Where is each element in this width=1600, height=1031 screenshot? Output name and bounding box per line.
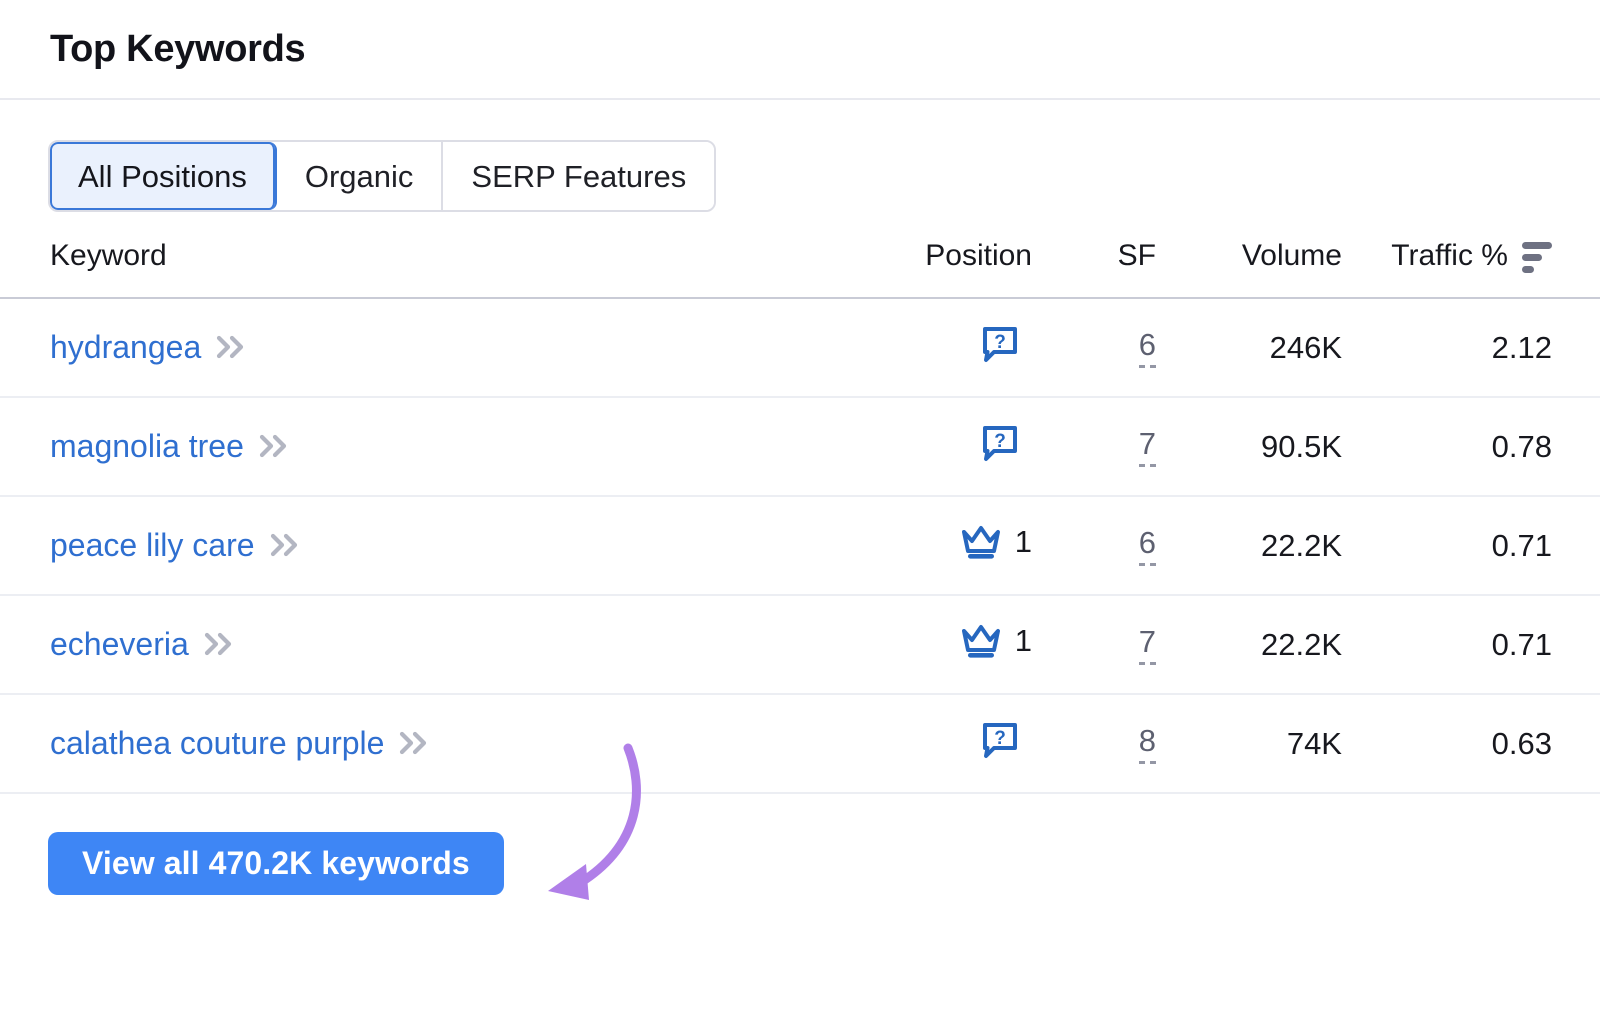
cell-position: ? <box>820 298 1050 397</box>
keyword-cell-inner: magnolia tree <box>50 429 292 464</box>
table-row: echeveria <box>0 595 1600 694</box>
people-also-ask-icon[interactable]: ? <box>980 720 1020 760</box>
column-header-position[interactable]: Position <box>820 240 1050 298</box>
double-chevron-right-icon[interactable] <box>398 729 432 757</box>
featured-snippet-crown-icon[interactable] <box>959 622 1003 660</box>
people-also-ask-icon[interactable]: ? <box>980 423 1020 463</box>
cell-traffic: 0.63 <box>1350 694 1600 793</box>
cell-keyword: peace lily care <box>0 496 820 595</box>
cell-sf: 6 <box>1050 496 1170 595</box>
cell-volume: 22.2K <box>1170 595 1350 694</box>
cell-traffic: 0.71 <box>1350 496 1600 595</box>
table-row: magnolia tree <box>0 397 1600 496</box>
cell-volume: 90.5K <box>1170 397 1350 496</box>
double-chevron-right-icon[interactable] <box>258 432 292 460</box>
table-header-row: Keyword Position SF Volume Traffic % <box>0 240 1600 298</box>
cell-volume: 74K <box>1170 694 1350 793</box>
column-header-keyword[interactable]: Keyword <box>0 240 820 298</box>
position-cell-inner: 1 <box>959 523 1032 561</box>
table-header: Keyword Position SF Volume Traffic % <box>0 240 1600 298</box>
sf-value[interactable]: 6 <box>1139 329 1156 368</box>
cell-position: ? <box>820 694 1050 793</box>
position-cell-inner: ? <box>980 720 1032 760</box>
cell-traffic: 0.78 <box>1350 397 1600 496</box>
keyword-cell-inner: peace lily care <box>50 528 303 563</box>
position-value: 1 <box>1015 623 1032 659</box>
people-also-ask-icon[interactable]: ? <box>980 324 1020 364</box>
cell-traffic: 0.71 <box>1350 595 1600 694</box>
sf-value[interactable]: 7 <box>1139 626 1156 665</box>
sf-value[interactable]: 6 <box>1139 527 1156 566</box>
cell-volume: 22.2K <box>1170 496 1350 595</box>
cell-sf: 8 <box>1050 694 1170 793</box>
column-header-traffic[interactable]: Traffic % <box>1350 240 1600 298</box>
view-all-keywords-button[interactable]: View all 470.2K keywords <box>48 832 504 895</box>
top-keywords-table: Keyword Position SF Volume Traffic % <box>0 240 1600 794</box>
tab-all-positions[interactable]: All Positions <box>50 142 277 210</box>
keyword-cell-inner: calathea couture purple <box>50 726 432 761</box>
cell-position: 1 <box>820 496 1050 595</box>
keyword-link[interactable]: hydrangea <box>50 330 201 365</box>
double-chevron-right-icon[interactable] <box>215 333 249 361</box>
svg-text:?: ? <box>994 728 1006 749</box>
double-chevron-right-icon[interactable] <box>203 630 237 658</box>
sf-value[interactable]: 7 <box>1139 428 1156 467</box>
panel-header: Top Keywords <box>0 0 1600 100</box>
keyword-link[interactable]: peace lily care <box>50 528 255 563</box>
svg-text:?: ? <box>994 431 1006 452</box>
column-header-volume[interactable]: Volume <box>1170 240 1350 298</box>
tab-serp-features[interactable]: SERP Features <box>443 142 714 210</box>
cell-keyword: hydrangea <box>0 298 820 397</box>
table-row: peace lily care <box>0 496 1600 595</box>
table-row: hydrangea <box>0 298 1600 397</box>
traffic-header-inner: Traffic % <box>1391 240 1552 271</box>
tab-organic[interactable]: Organic <box>277 142 444 210</box>
cell-position: ? <box>820 397 1050 496</box>
position-filter-tab-group: All Positions Organic SERP Features <box>48 140 716 212</box>
sf-value[interactable]: 8 <box>1139 725 1156 764</box>
table-body: hydrangea <box>0 298 1600 793</box>
top-keywords-panel: Top Keywords All Positions Organic SERP … <box>0 0 1600 1031</box>
cell-volume: 246K <box>1170 298 1350 397</box>
position-cell-inner: 1 <box>959 622 1032 660</box>
cell-keyword: echeveria <box>0 595 820 694</box>
keyword-link[interactable]: echeveria <box>50 627 189 662</box>
cell-sf: 6 <box>1050 298 1170 397</box>
keyword-cell-inner: echeveria <box>50 627 237 662</box>
cell-position: 1 <box>820 595 1050 694</box>
cell-traffic: 2.12 <box>1350 298 1600 397</box>
cell-keyword: magnolia tree <box>0 397 820 496</box>
keyword-link[interactable]: calathea couture purple <box>50 726 384 761</box>
svg-text:?: ? <box>994 332 1006 353</box>
keyword-cell-inner: hydrangea <box>50 330 249 365</box>
table-row: calathea couture purple <box>0 694 1600 793</box>
sort-descending-icon[interactable] <box>1522 242 1552 273</box>
keyword-link[interactable]: magnolia tree <box>50 429 244 464</box>
position-cell-inner: ? <box>980 324 1032 364</box>
cell-sf: 7 <box>1050 595 1170 694</box>
cell-keyword: calathea couture purple <box>0 694 820 793</box>
position-value: 1 <box>1015 524 1032 560</box>
column-header-sf[interactable]: SF <box>1050 240 1170 298</box>
column-header-traffic-label: Traffic % <box>1391 241 1508 271</box>
tab-serp-features-label: SERP Features <box>471 161 686 192</box>
featured-snippet-crown-icon[interactable] <box>959 523 1003 561</box>
tab-all-positions-label: All Positions <box>78 161 247 192</box>
cell-sf: 7 <box>1050 397 1170 496</box>
tabs-container: All Positions Organic SERP Features <box>0 100 1600 212</box>
double-chevron-right-icon[interactable] <box>269 531 303 559</box>
tab-organic-label: Organic <box>305 161 414 192</box>
page-title: Top Keywords <box>50 30 305 68</box>
position-cell-inner: ? <box>980 423 1032 463</box>
table-footer: View all 470.2K keywords <box>0 794 1600 895</box>
